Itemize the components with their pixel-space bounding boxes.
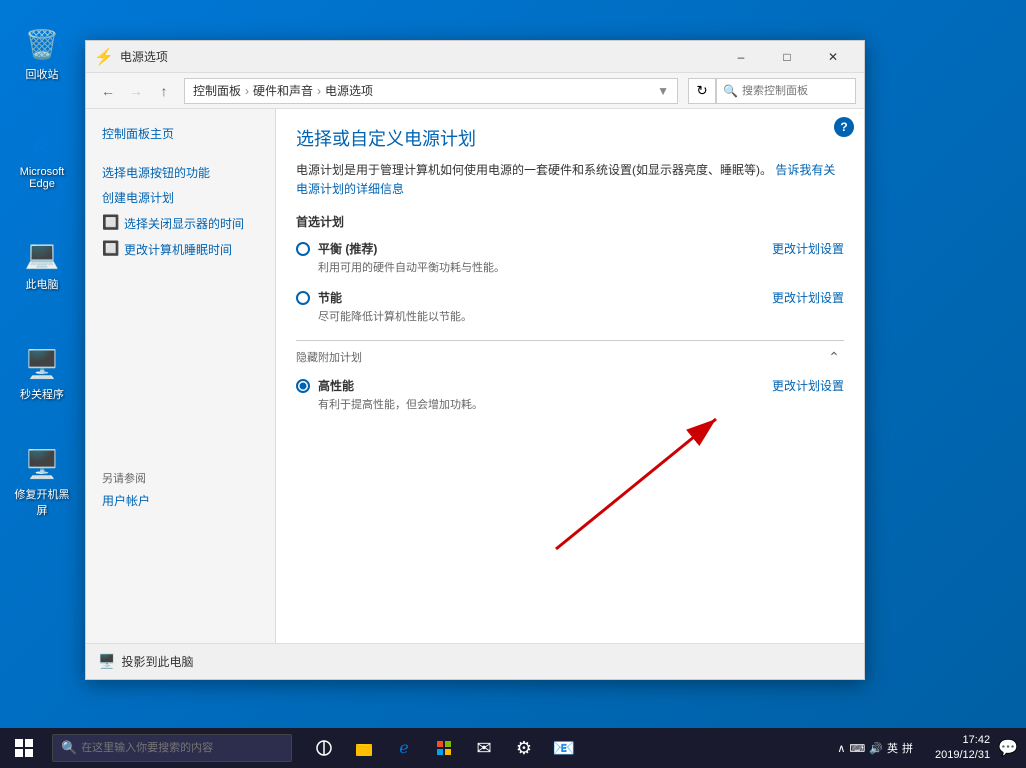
sidebar-user-account[interactable]: 用户帐户 [86, 488, 275, 513]
radio-balanced[interactable] [296, 242, 310, 256]
title-bar-controls: – □ ✕ [718, 41, 856, 73]
taskbar-icons: ℯ ✉ ⚙ 📧 [304, 728, 584, 768]
tray-expand[interactable]: ∧ [837, 742, 845, 755]
plan-high-perf-settings[interactable]: 更改计划设置 [772, 377, 844, 394]
plan-high-perf-desc: 有利于提高性能，但会增加功耗。 [318, 396, 483, 412]
annotation-arrow [476, 389, 756, 569]
mail-button[interactable]: ✉ [464, 728, 504, 768]
plan-balanced-desc: 利用可用的硬件自动平衡功耗与性能。 [318, 259, 505, 275]
bottom-bar: 🖥️ 投影到此电脑 [86, 643, 864, 679]
breadcrumb-control-panel[interactable]: 控制面板 [193, 82, 241, 99]
desktop: 🗑️ 回收站 ℯ Microsoft Edge 💻 此电脑 🖥️ 秒关程序 🖥️… [0, 0, 1026, 768]
time-display: 17:42 [935, 733, 990, 748]
quick-app-label: 秒关程序 [20, 386, 64, 402]
file-explorer-button[interactable] [344, 728, 384, 768]
quick-app-icon[interactable]: 🖥️ 秒关程序 [10, 340, 74, 406]
plan-power-saver-settings[interactable]: 更改计划设置 [772, 289, 844, 306]
store-button[interactable] [424, 728, 464, 768]
windows-logo-icon [14, 738, 34, 758]
plan-balanced-settings[interactable]: 更改计划设置 [772, 240, 844, 257]
plan-power-saver-name: 节能 [318, 289, 472, 306]
fix-boot-label: 修复开机黑屏 [14, 486, 70, 518]
tray-keyboard[interactable]: ⌨ [849, 742, 865, 755]
close-button[interactable]: ✕ [810, 41, 856, 73]
notification-button[interactable]: 💬 [998, 738, 1018, 758]
search-input[interactable] [742, 85, 849, 97]
recycle-bin-icon[interactable]: 🗑️ 回收站 [10, 20, 74, 86]
breadcrumb: 控制面板 › 硬件和声音 › 电源选项 ▼ [184, 78, 678, 104]
taskbar-right: ∧ ⌨ 🔊 英 拼 17:42 2019/12/31 💬 [837, 733, 1026, 764]
hidden-section-title: 隐藏附加计划 [296, 349, 362, 365]
display-icon: 🔲 [102, 214, 120, 232]
refresh-button[interactable]: ↻ [688, 78, 716, 104]
edge-label: Microsoft Edge [14, 166, 70, 190]
collapse-button[interactable]: ⌃ [824, 347, 844, 367]
search-bar[interactable]: 🔍 [716, 78, 856, 104]
plan-power-saver: 节能 尽可能降低计算机性能以节能。 更改计划设置 [296, 289, 844, 324]
task-view-button[interactable] [304, 728, 344, 768]
recycle-bin-label: 回收站 [26, 66, 59, 82]
radio-power-saver[interactable] [296, 291, 310, 305]
main-panel: ? 选择或自定义电源计划 电源计划是用于管理计算机如何使用电源的一套硬件和系统设… [276, 109, 864, 643]
breadcrumb-dropdown[interactable]: ▼ [657, 84, 669, 98]
plan-balanced-name: 平衡 (推荐) [318, 240, 505, 257]
sidebar-power-button[interactable]: 选择电源按钮的功能 [86, 160, 275, 185]
sidebar: 控制面板主页 选择电源按钮的功能 创建电源计划 🔲 选择关闭显示器的时间 🔲 更… [86, 109, 276, 643]
window-icon: ⚡ [94, 47, 114, 67]
up-button[interactable]: ↑ [150, 77, 178, 105]
back-button[interactable]: ← [94, 77, 122, 105]
taskbar: 🔍 ℯ [0, 728, 1026, 768]
hidden-plans-section: 隐藏附加计划 ⌃ 高性能 有利于提高性能，但会增加功耗。 [296, 340, 844, 412]
window-title: 电源选项 [120, 48, 718, 65]
taskbar-search-input[interactable] [81, 742, 283, 754]
file-explorer-icon [355, 739, 373, 757]
maximize-button[interactable]: □ [764, 41, 810, 73]
nav-bar: ← → ↑ 控制面板 › 硬件和声音 › 电源选项 ▼ ↻ 🔍 [86, 73, 864, 109]
search-icon: 🔍 [723, 84, 738, 98]
also-section-label: 另请参阅 [86, 462, 275, 488]
sys-tray: ∧ ⌨ 🔊 英 拼 [837, 740, 919, 756]
taskbar-search-icon: 🔍 [61, 740, 77, 756]
sidebar-display-sleep[interactable]: 🔲 选择关闭显示器的时间 [86, 210, 275, 236]
plan-high-performance: 高性能 有利于提高性能，但会增加功耗。 更改计划设置 [296, 377, 844, 412]
edge-taskbar-button[interactable]: ℯ [384, 728, 424, 768]
power-options-window: ⚡ 电源选项 – □ ✕ ← → ↑ 控制面板 › 硬件和声音 › 电源选项 ▼… [85, 40, 865, 680]
plan-high-perf-name: 高性能 [318, 377, 483, 394]
radio-high-performance[interactable] [296, 379, 310, 393]
minimize-button[interactable]: – [718, 41, 764, 73]
sleep-icon: 🔲 [102, 240, 120, 258]
task-view-icon [315, 739, 333, 757]
edge-icon[interactable]: ℯ Microsoft Edge [10, 120, 74, 194]
outlook-button[interactable]: 📧 [544, 728, 584, 768]
main-desc: 电源计划是用于管理计算机如何使用电源的一套硬件和系统设置(如显示器亮度、睡眠等)… [296, 161, 844, 199]
sidebar-create-plan[interactable]: 创建电源计划 [86, 185, 275, 210]
my-computer-label: 此电脑 [26, 276, 59, 292]
breadcrumb-hardware[interactable]: 硬件和声音 [253, 82, 313, 99]
plan-balanced: 平衡 (推荐) 利用可用的硬件自动平衡功耗与性能。 更改计划设置 [296, 240, 844, 275]
preferred-plans-label: 首选计划 [296, 213, 844, 230]
main-title: 选择或自定义电源计划 [296, 125, 844, 151]
clock[interactable]: 17:42 2019/12/31 [927, 733, 998, 764]
store-icon [435, 739, 453, 757]
breadcrumb-power: 电源选项 [325, 82, 373, 99]
tray-volume[interactable]: 🔊 [869, 742, 883, 755]
title-bar: ⚡ 电源选项 – □ ✕ [86, 41, 864, 73]
sidebar-sleep-time[interactable]: 🔲 更改计算机睡眠时间 [86, 236, 275, 262]
tray-lang[interactable]: 英 [887, 740, 898, 756]
sidebar-home[interactable]: 控制面板主页 [86, 121, 275, 146]
taskbar-search-bar[interactable]: 🔍 [52, 734, 292, 762]
content-area: 控制面板主页 选择电源按钮的功能 创建电源计划 🔲 选择关闭显示器的时间 🔲 更… [86, 109, 864, 643]
date-display: 2019/12/31 [935, 748, 990, 763]
plan-power-saver-desc: 尽可能降低计算机性能以节能。 [318, 308, 472, 324]
forward-button[interactable]: → [122, 77, 150, 105]
my-computer-icon[interactable]: 💻 此电脑 [10, 230, 74, 296]
help-button[interactable]: ? [834, 117, 854, 137]
project-icon: 🖥️ [98, 653, 115, 670]
bottom-bar-label: 投影到此电脑 [121, 653, 193, 670]
tray-input-method[interactable]: 拼 [902, 740, 913, 756]
start-button[interactable] [0, 728, 48, 768]
fix-boot-icon[interactable]: 🖥️ 修复开机黑屏 [10, 440, 74, 522]
settings-button[interactable]: ⚙ [504, 728, 544, 768]
